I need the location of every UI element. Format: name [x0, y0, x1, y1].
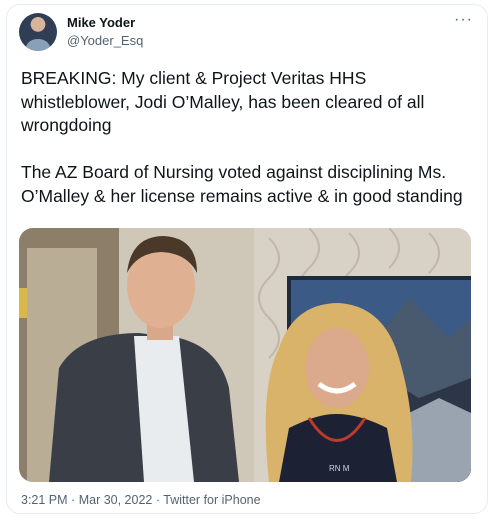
meta-separator: · [155, 493, 161, 507]
author-names: Mike Yoder @Yoder_Esq [67, 14, 143, 50]
meta-separator: · [71, 493, 76, 507]
author-handle[interactable]: @Yoder_Esq [67, 32, 143, 50]
tweet-time[interactable]: 3:21 PM [21, 493, 68, 507]
avatar[interactable] [19, 13, 57, 51]
more-icon[interactable]: ··· [454, 11, 473, 29]
tweet-card: Mike Yoder @Yoder_Esq ··· BREAKING: My c… [6, 4, 488, 514]
tweet-header: Mike Yoder @Yoder_Esq [19, 13, 143, 51]
tweet-text: BREAKING: My client & Project Veritas HH… [21, 68, 463, 206]
tweet-source[interactable]: Twitter for iPhone [163, 493, 260, 507]
photo-shirt-text: RN M [329, 464, 350, 473]
author-display-name[interactable]: Mike Yoder [67, 14, 143, 32]
tweet-photo[interactable]: RN M [19, 228, 471, 482]
tweet-meta: 3:21 PM · Mar 30, 2022 · Twitter for iPh… [21, 493, 261, 507]
tweet-date[interactable]: Mar 30, 2022 [79, 493, 153, 507]
